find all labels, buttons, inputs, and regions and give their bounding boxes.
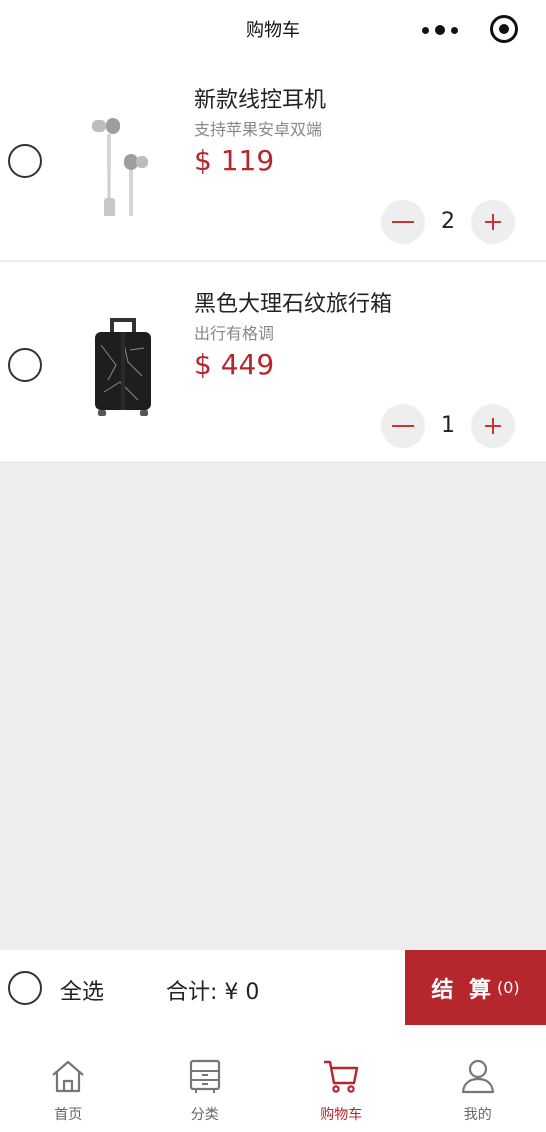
decrease-button[interactable] <box>381 200 425 244</box>
suitcase-image[interactable] <box>68 310 178 420</box>
increase-button[interactable] <box>471 404 515 448</box>
checkout-button-label: 结 算 <box>431 977 495 1003</box>
tab-profile[interactable]: 我的 <box>410 1026 546 1132</box>
checkout-bar: 全选 合计: ¥ 0 结 算 (0) <box>0 950 546 1026</box>
more-menu-icon[interactable] <box>422 20 458 40</box>
page-title: 购物车 <box>246 20 300 41</box>
close-miniprogram-icon[interactable] <box>490 15 518 43</box>
quantity-value: 2 <box>441 209 455 234</box>
item-subtitle: 支持苹果安卓双端 <box>194 120 323 139</box>
tab-bar: 首页 分类 购物车 我的 <box>0 1026 546 1132</box>
tab-label: 首页 <box>54 1107 83 1123</box>
cart-item: 新款线控耳机 支持苹果安卓双端 $ 119 2 <box>0 58 546 260</box>
category-icon <box>189 1059 220 1093</box>
nav-header: 购物车 <box>0 0 546 58</box>
cart-item: 黑色大理石纹旅行箱 出行有格调 $ 449 1 <box>0 260 546 461</box>
item-price: $ 449 <box>194 348 275 381</box>
item-name[interactable]: 新款线控耳机 <box>194 82 326 114</box>
item-select-checkbox[interactable] <box>8 348 42 382</box>
tab-category[interactable]: 分类 <box>137 1026 274 1132</box>
checkout-count: (0) <box>497 978 520 997</box>
select-all-checkbox[interactable] <box>8 971 42 1005</box>
quantity-value: 1 <box>441 413 455 438</box>
item-select-checkbox[interactable] <box>8 144 42 178</box>
home-icon <box>52 1060 84 1093</box>
item-subtitle: 出行有格调 <box>194 324 275 343</box>
item-price: $ 119 <box>194 144 275 177</box>
item-name[interactable]: 黑色大理石纹旅行箱 <box>194 286 392 318</box>
user-icon <box>461 1059 494 1094</box>
increase-button[interactable] <box>471 200 515 244</box>
checkout-button[interactable]: 结 算 (0) <box>405 950 546 1025</box>
tab-label: 我的 <box>463 1107 492 1123</box>
cart-icon <box>324 1060 359 1093</box>
total-amount: 合计: ¥ 0 <box>166 980 260 1005</box>
decrease-button[interactable] <box>381 404 425 448</box>
tab-cart[interactable]: 购物车 <box>273 1026 410 1132</box>
earphones-image[interactable] <box>68 106 178 216</box>
tab-label: 购物车 <box>320 1107 363 1123</box>
quantity-stepper: 2 <box>381 200 517 244</box>
select-all-label[interactable]: 全选 <box>60 974 104 1006</box>
quantity-stepper: 1 <box>381 404 517 448</box>
tab-home[interactable]: 首页 <box>0 1026 137 1132</box>
tab-label: 分类 <box>190 1107 219 1123</box>
cart-list: 新款线控耳机 支持苹果安卓双端 $ 119 2 黑色大理石纹旅行箱 出行有格调 … <box>0 58 546 461</box>
